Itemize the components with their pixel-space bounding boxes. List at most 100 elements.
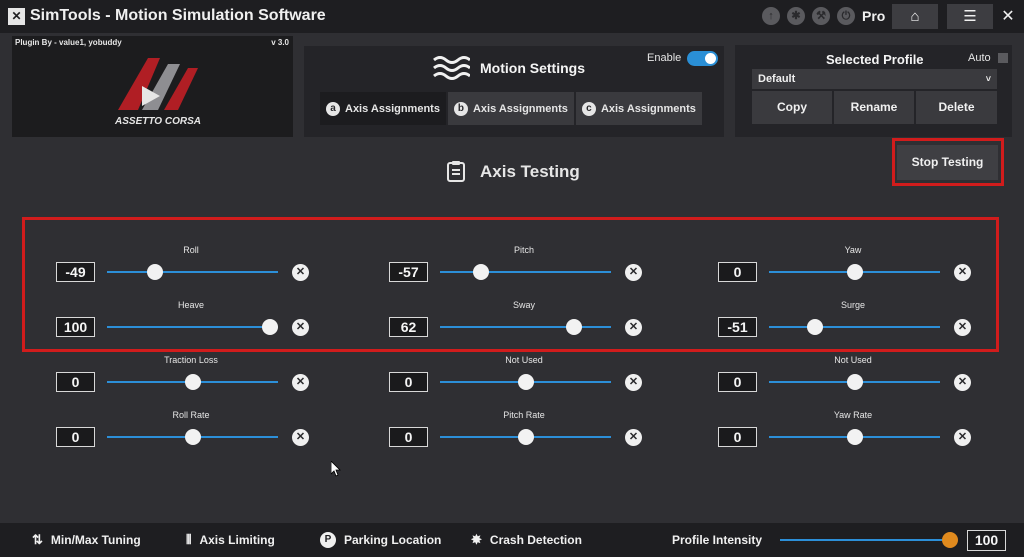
copy-button[interactable]: Copy [752, 91, 832, 124]
axis-control-roll: Roll -49 ✕ [56, 245, 316, 295]
mouse-cursor-icon [331, 461, 341, 477]
arrow-up-icon[interactable]: ↑ [762, 7, 780, 25]
axis-value-input[interactable]: 0 [718, 262, 757, 282]
tab-axis-assignments-c[interactable]: c Axis Assignments [575, 92, 702, 125]
axis-value-input[interactable]: -57 [389, 262, 428, 282]
arrows-icon: ⇅ [32, 532, 43, 547]
axis-value-input[interactable]: 100 [56, 317, 95, 337]
axis-label: Sway [512, 300, 535, 310]
crash-detection-button[interactable]: ✸ Crash Detection [471, 523, 582, 557]
axis-slider-track[interactable] [107, 326, 278, 328]
axis-slider-thumb[interactable] [846, 429, 863, 445]
enable-toggle[interactable] [687, 51, 718, 66]
axis-label: Not Used [505, 355, 543, 365]
titlebar-icon-group: ↑ ✱ ⚒ ⏻ [762, 7, 855, 25]
reset-axis-icon[interactable]: ✕ [292, 374, 309, 391]
axis-value-input[interactable]: 0 [389, 427, 428, 447]
axis-value-input[interactable]: -49 [56, 262, 95, 282]
axis-value-input[interactable]: 0 [718, 427, 757, 447]
limit-bars-icon: ⫴ [186, 532, 192, 547]
rename-button[interactable]: Rename [834, 91, 914, 124]
reset-axis-icon[interactable]: ✕ [954, 264, 971, 281]
axis-testing-title: Axis Testing [480, 162, 580, 181]
reset-axis-icon[interactable]: ✕ [625, 374, 642, 391]
close-button[interactable]: ✕ [996, 4, 1020, 29]
axis-slider-track[interactable] [440, 326, 611, 328]
axis-slider-thumb[interactable] [262, 319, 278, 335]
axis-slider-thumb[interactable] [806, 319, 823, 335]
profile-intensity-slider[interactable] [780, 539, 950, 541]
tab-axis-assignments-a[interactable]: a Axis Assignments [320, 92, 446, 125]
bottom-item-label: Axis Limiting [199, 533, 275, 547]
tab-label: Axis Assignments [345, 102, 440, 115]
power-icon[interactable]: ⏻ [837, 7, 855, 25]
badge-c-icon: c [581, 101, 596, 116]
axis-slider-thumb[interactable] [146, 264, 163, 280]
axis-control-pitch: Pitch -57 ✕ [389, 245, 649, 295]
axis-limiting-button[interactable]: ⫴ Axis Limiting [186, 523, 275, 557]
axis-value-input[interactable]: 0 [718, 372, 757, 392]
reset-axis-icon[interactable]: ✕ [954, 429, 971, 446]
axis-label: Pitch Rate [503, 410, 545, 420]
axis-value-input[interactable]: 0 [389, 372, 428, 392]
wrench-icon[interactable]: ⚒ [812, 7, 830, 25]
app-title: SimTools - Motion Simulation Software [30, 7, 326, 24]
min-max-tuning-button[interactable]: ⇅ Min/Max Tuning [32, 523, 141, 557]
reset-axis-icon[interactable]: ✕ [292, 319, 309, 336]
axis-value-input[interactable]: 0 [56, 427, 95, 447]
badge-b-icon: b [453, 101, 468, 116]
axis-control-not-used: Not Used 0 ✕ [389, 355, 649, 405]
axis-slider-thumb[interactable] [565, 319, 582, 335]
bottom-item-label: Min/Max Tuning [50, 533, 141, 547]
axis-slider-thumb[interactable] [473, 264, 490, 280]
axis-control-traction-loss: Traction Loss 0 ✕ [56, 355, 316, 405]
profile-intensity-thumb[interactable] [942, 532, 958, 548]
enable-label: Enable [647, 52, 682, 64]
profile-panel: Selected Profile Auto Default ˅ Copy Ren… [735, 45, 1012, 137]
axis-value-input[interactable]: 62 [389, 317, 428, 337]
title-bar: ✕ SimTools - Motion Simulation Software … [0, 0, 1024, 33]
axis-label: Pitch [513, 245, 534, 255]
axis-slider-thumb[interactable] [184, 429, 201, 445]
menu-button[interactable]: ☰ [947, 4, 993, 29]
game-logo-text: ASSETTO CORSA [114, 116, 201, 127]
tab-label: Axis Assignments [472, 102, 568, 115]
axis-slider-thumb[interactable] [846, 374, 863, 390]
reset-axis-icon[interactable]: ✕ [292, 264, 309, 281]
profile-select[interactable]: Default ˅ [752, 69, 997, 89]
parking-location-button[interactable]: P Parking Location [320, 523, 441, 557]
axis-slider-thumb[interactable] [846, 264, 863, 280]
reset-axis-icon[interactable]: ✕ [625, 319, 642, 336]
reset-axis-icon[interactable]: ✕ [625, 264, 642, 281]
reset-axis-icon[interactable]: ✕ [954, 374, 971, 391]
parking-icon: P [320, 532, 336, 548]
axis-slider-track[interactable] [107, 271, 278, 273]
plugin-panel: Plugin By - value1, yobuddy v 3.0 ASSETT… [12, 36, 293, 137]
bottom-item-label: Parking Location [344, 533, 442, 547]
axis-slider-track[interactable] [769, 326, 940, 328]
tab-axis-assignments-b[interactable]: b Axis Assignments [447, 92, 574, 125]
profile-intensity-value[interactable]: 100 [967, 530, 1006, 551]
axis-slider-thumb[interactable] [517, 429, 534, 445]
reset-axis-icon[interactable]: ✕ [954, 319, 971, 336]
gear-icon[interactable]: ✱ [787, 7, 805, 25]
axis-label: Yaw Rate [833, 410, 873, 420]
auto-label: Auto [968, 52, 991, 64]
crash-burst-icon: ✸ [471, 532, 482, 547]
hamburger-icon: ☰ [963, 8, 977, 25]
axis-label: Heave [177, 300, 204, 310]
axis-slider-thumb[interactable] [517, 374, 534, 390]
stop-testing-button[interactable]: Stop Testing [897, 145, 998, 180]
auto-checkbox[interactable] [998, 53, 1008, 63]
reset-axis-icon[interactable]: ✕ [292, 429, 309, 446]
axis-value-input[interactable]: -51 [718, 317, 757, 337]
axis-value-input[interactable]: 0 [56, 372, 95, 392]
home-button[interactable]: ⌂ [892, 4, 938, 29]
reset-axis-icon[interactable]: ✕ [625, 429, 642, 446]
delete-button[interactable]: Delete [916, 91, 997, 124]
axis-slider-thumb[interactable] [184, 374, 201, 390]
axis-slider-track[interactable] [440, 271, 611, 273]
plugin-author: Plugin By - value1, yobuddy [15, 38, 122, 47]
axis-label: Traction Loss [164, 355, 218, 365]
bottom-item-label: Crash Detection [489, 533, 582, 547]
